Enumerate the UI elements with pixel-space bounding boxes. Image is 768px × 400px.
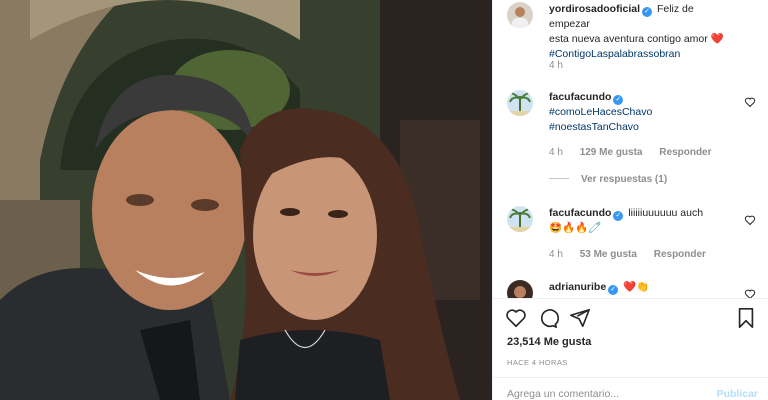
comment-age: 4 h (549, 147, 563, 158)
commenter-avatar[interactable] (507, 206, 533, 232)
caption-age: 4 h (549, 60, 563, 71)
comment-text: facufacundo ✓ liiiiiuuuuuu auch 🤩🔥🔥🧷 (549, 206, 733, 236)
comment-age: 4 h (549, 249, 563, 260)
post-caption: yordirosadooficial ✓ Feliz de empezar est… (507, 2, 762, 78)
comment-meta: 4 h 129 Me gusta Responder (549, 147, 726, 158)
comment-username[interactable]: adrianuribe (549, 281, 606, 293)
comment-username[interactable]: facufacundo (549, 207, 611, 219)
comment-username[interactable]: facufacundo (549, 91, 611, 103)
comment-likes-count[interactable]: 129 Me gusta (580, 147, 643, 158)
verified-badge-icon: ✓ (608, 285, 619, 295)
hashtag-link[interactable]: #noestasTanChavo (549, 120, 733, 135)
replies-divider-line (549, 178, 569, 179)
verified-badge-icon: ✓ (642, 7, 653, 17)
comment-like-heart-icon[interactable] (744, 214, 756, 226)
bookmark-icon[interactable] (735, 307, 757, 329)
caption-line2: esta nueva aventura contigo amor (549, 33, 708, 45)
comments-panel: yordirosadooficial ✓ Feliz de empezar est… (492, 0, 768, 400)
comment-text: adrianuribe ✓ ❤️👏 (549, 280, 733, 295)
caption-meta: 4 h (549, 60, 577, 71)
comment-like-heart-icon[interactable] (744, 288, 756, 298)
red-heart-emoji: ❤️ (710, 33, 724, 45)
add-comment-input[interactable]: Agrega un comentario... (507, 388, 619, 400)
comment-meta: 4 h 53 Me gusta Responder (549, 249, 720, 260)
selfie-image (0, 0, 492, 400)
comment-emojis: 🤩🔥🔥🧷 (549, 222, 602, 234)
comment-text: facufacundo ✓ #comoLeHacesChavo #noestasT… (549, 90, 733, 135)
section-divider (493, 298, 768, 299)
commenter-avatar[interactable] (507, 90, 533, 116)
caption-text: yordirosadooficial ✓ Feliz de empezar est… (549, 2, 733, 62)
reply-button[interactable]: Responder (654, 249, 706, 260)
post-likes-count[interactable]: 23,514 Me gusta (507, 336, 591, 348)
post-action-bar (505, 307, 761, 331)
view-replies-button[interactable]: Ver respuestas (1) (549, 174, 667, 185)
caption-username[interactable]: yordirosadooficial (549, 3, 640, 15)
comment-body: liiiiiuuuuuu auch (628, 207, 704, 219)
post-timestamp: HACE 4 HORAS (507, 358, 568, 367)
author-avatar[interactable] (507, 2, 533, 28)
comment-likes-count[interactable]: 53 Me gusta (580, 249, 637, 260)
post-photo[interactable] (0, 0, 492, 400)
comment-icon[interactable] (537, 307, 559, 329)
commenter-avatar[interactable] (507, 280, 533, 298)
comment-item: facufacundo ✓ #comoLeHacesChavo #noestasT… (507, 90, 762, 190)
comments-scroll-area[interactable]: yordirosadooficial ✓ Feliz de empezar est… (493, 0, 768, 298)
comment-emojis: ❤️👏 (623, 281, 650, 293)
verified-badge-icon: ✓ (613, 211, 624, 221)
publish-button[interactable]: Publicar (717, 388, 758, 400)
share-icon[interactable] (569, 307, 591, 329)
comment-item: adrianuribe ✓ ❤️👏 (507, 280, 762, 298)
verified-badge-icon: ✓ (613, 95, 624, 105)
heart-icon[interactable] (505, 307, 527, 329)
section-divider (493, 377, 768, 378)
comment-item: facufacundo ✓ liiiiiuuuuuu auch 🤩🔥🔥🧷 4 h … (507, 206, 762, 266)
comment-like-heart-icon[interactable] (744, 96, 756, 108)
view-replies-label: Ver respuestas (1) (581, 174, 668, 185)
reply-button[interactable]: Responder (659, 147, 711, 158)
hashtag-link[interactable]: #comoLeHacesChavo (549, 105, 733, 120)
